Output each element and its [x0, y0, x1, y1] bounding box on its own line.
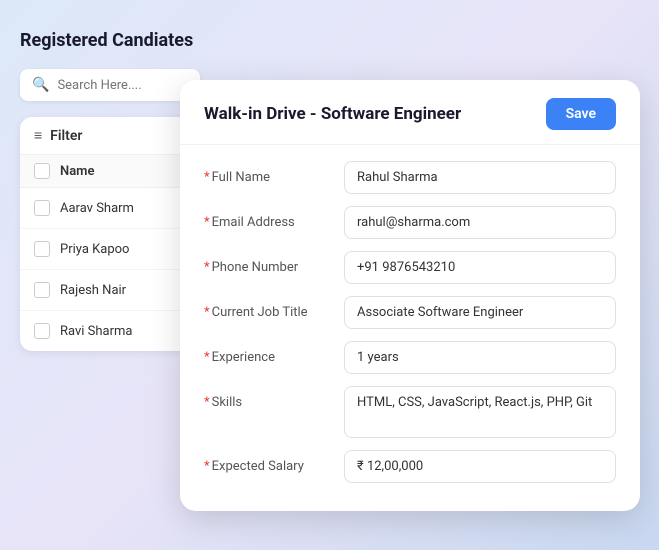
form-row-email: *Email Address — [204, 206, 616, 239]
email-label: *Email Address — [204, 206, 344, 230]
registered-title: Registered Candiates — [20, 30, 220, 51]
modal-header: Walk-in Drive - Software Engineer Save — [180, 80, 640, 145]
salary-input[interactable] — [344, 450, 616, 483]
skills-input[interactable]: HTML, CSS, JavaScript, React.js, PHP, Gi… — [344, 386, 616, 438]
phone-input[interactable] — [344, 251, 616, 284]
save-button[interactable]: Save — [546, 98, 616, 130]
candidate-name: Aarav Sharm — [60, 201, 134, 216]
required-star: * — [204, 350, 210, 365]
modal-title: Walk-in Drive - Software Engineer — [204, 104, 461, 124]
form-row-jobtitle: *Current Job Title — [204, 296, 616, 329]
row-checkbox[interactable] — [34, 282, 50, 298]
jobtitle-label: *Current Job Title — [204, 296, 344, 320]
jobtitle-input[interactable] — [344, 296, 616, 329]
modal-overlay: Walk-in Drive - Software Engineer Save *… — [180, 80, 640, 511]
row-checkbox[interactable] — [34, 323, 50, 339]
form-row-phone: *Phone Number — [204, 251, 616, 284]
candidate-name: Priya Kapoo — [60, 242, 129, 257]
page-container: Registered Candiates 🔍 ≡ Filter ↕ Name A… — [0, 0, 659, 550]
name-column-header: Name — [60, 164, 94, 179]
modal-body: *Full Name *Email Address *Phone Number … — [180, 145, 640, 511]
required-star: * — [204, 459, 210, 474]
filter-icon: ≡ — [34, 127, 42, 144]
candidate-name: Ravi Sharma — [60, 324, 133, 339]
required-star: * — [204, 215, 210, 230]
required-star: * — [204, 305, 210, 320]
search-input[interactable] — [57, 78, 177, 93]
fullname-label: *Full Name — [204, 161, 344, 185]
salary-label: *Expected Salary — [204, 450, 344, 474]
email-input[interactable] — [344, 206, 616, 239]
form-row-experience: *Experience — [204, 341, 616, 374]
skills-label: *Skills — [204, 386, 344, 410]
form-row-salary: *Expected Salary — [204, 450, 616, 483]
required-star: * — [204, 170, 210, 185]
experience-input[interactable] — [344, 341, 616, 374]
row-checkbox[interactable] — [34, 200, 50, 216]
search-icon: 🔍 — [32, 77, 49, 93]
filter-label[interactable]: Filter — [50, 128, 181, 144]
fullname-input[interactable] — [344, 161, 616, 194]
required-star: * — [204, 395, 210, 410]
candidate-name: Rajesh Nair — [60, 283, 126, 298]
row-checkbox[interactable] — [34, 241, 50, 257]
required-star: * — [204, 260, 210, 275]
header-checkbox[interactable] — [34, 163, 50, 179]
form-row-skills: *Skills HTML, CSS, JavaScript, React.js,… — [204, 386, 616, 438]
search-box: 🔍 — [20, 69, 200, 101]
experience-label: *Experience — [204, 341, 344, 365]
form-row-fullname: *Full Name — [204, 161, 616, 194]
phone-label: *Phone Number — [204, 251, 344, 275]
